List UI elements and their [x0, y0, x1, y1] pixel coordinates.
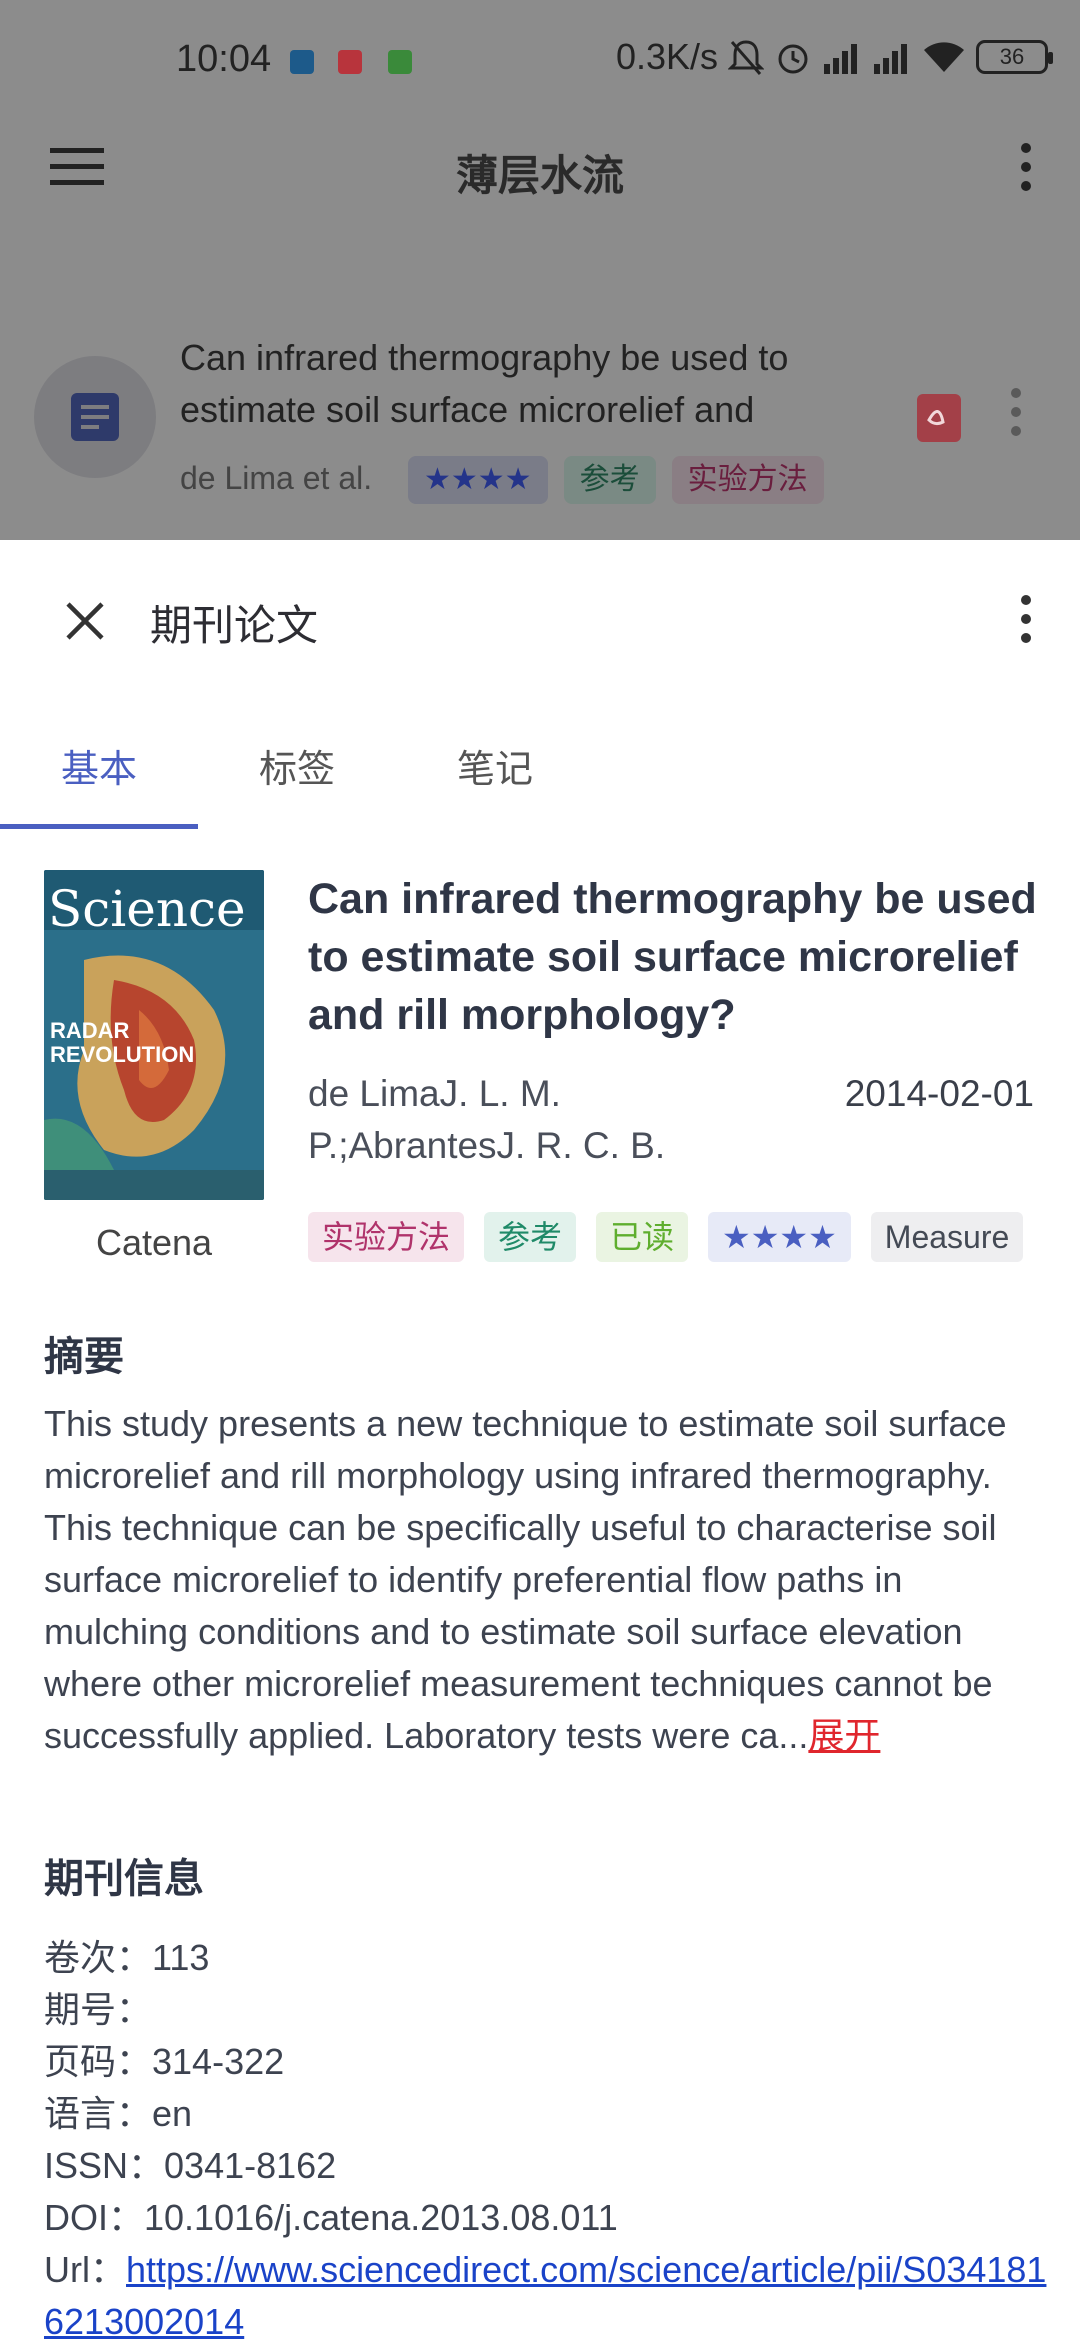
vpn-shield-icon — [388, 50, 412, 74]
signal-hd-icon — [874, 44, 907, 74]
doi-value: 10.1016/j.catena.2013.08.011 — [144, 2197, 618, 2238]
tag-chip[interactable]: 实验方法 — [308, 1212, 465, 1262]
paper-authors: de LimaJ. L. M. P.;AbrantesJ. R. C. B. — [308, 1073, 666, 1166]
journal-info: 卷次：113 期号： 页码：314-322 语言：en ISSN：0341-81… — [44, 1932, 1054, 2340]
tag-chip: 参考 — [563, 456, 656, 504]
volume-label: 卷次： — [44, 1937, 153, 1978]
sheet-header: 期刊论文 — [0, 540, 1080, 690]
cover-masthead: Science — [48, 880, 246, 938]
more-options-icon[interactable] — [1016, 142, 1036, 192]
cover-headline: RADAR — [50, 1018, 130, 1043]
language-label: 语言： — [44, 2093, 153, 2134]
doi-row: DOI：10.1016/j.catena.2013.08.011 — [44, 2192, 1054, 2244]
tag-chip[interactable]: 已读 — [596, 1212, 689, 1262]
pages-label: 页码： — [44, 2041, 153, 2082]
tag-chip[interactable]: 参考 — [484, 1212, 577, 1262]
document-avatar-icon — [34, 356, 156, 478]
list-item-title: Can infrared thermography be used to est… — [180, 337, 789, 430]
abstract-text: This study presents a new technique to e… — [44, 1398, 1044, 1762]
issue-row: 期号： — [44, 1984, 1054, 2036]
cover-headline: REVOLUTION — [50, 1042, 194, 1067]
signal-hd-icon — [824, 44, 857, 74]
status-indicators: 0.3K/s 36 — [615, 36, 1053, 78]
tag-chip: ★★★★ — [408, 456, 548, 504]
notification-app-icon — [290, 50, 314, 74]
url-row: Url：https://www.sciencedirect.com/scienc… — [44, 2244, 1054, 2340]
issue-label: 期号： — [44, 1989, 153, 2030]
status-bar: 10:04 0.3K/s 36 — [0, 0, 1080, 120]
journal-cover-image[interactable]: Science RADAR REVOLUTION — [44, 870, 264, 1200]
battery-icon: 36 — [976, 40, 1053, 74]
tag-list: 实验方法 参考 已读 ★★★★ Measure — [308, 1212, 1060, 1266]
background-app: 10:04 0.3K/s 36 薄层水流 Can infrared thermo… — [0, 0, 1080, 540]
pages-value: 314-322 — [152, 2041, 285, 2082]
tab-tags[interactable]: 标签 — [198, 720, 396, 820]
pdf-file-icon[interactable] — [915, 392, 963, 444]
list-item-tags: ★★★★ 参考 实验方法 — [408, 456, 824, 504]
wifi-icon — [924, 42, 964, 72]
publication-date: 2014-02-01 — [844, 1073, 1034, 1114]
paper-detail-sheet: 期刊论文 基本 标签 笔记 Science RADAR REVOLUTION C… — [0, 540, 1080, 2340]
tab-notes[interactable]: 笔记 — [396, 720, 594, 820]
issn-row: ISSN：0341-8162 — [44, 2140, 1054, 2192]
paper-title: Can infrared thermography be used to est… — [308, 875, 1037, 1039]
battery-level: 36 — [999, 44, 1025, 69]
list-item-more-icon[interactable] — [1006, 386, 1026, 438]
rating-chip[interactable]: ★★★★ — [708, 1212, 851, 1262]
journal-info-heading: 期刊信息 — [44, 1857, 204, 1901]
status-time: 10:04 — [176, 38, 272, 80]
more-options-icon[interactable] — [1016, 594, 1036, 644]
abstract-body: This study presents a new technique to e… — [44, 1403, 1007, 1756]
app-title: 薄层水流 — [455, 152, 624, 199]
app-bar: 薄层水流 — [0, 120, 1080, 220]
notification-app-icon — [338, 50, 362, 74]
tab-basic[interactable]: 基本 — [0, 720, 198, 820]
volume-value: 113 — [152, 1937, 210, 1978]
journal-name: Catena — [95, 1222, 213, 1263]
tag-chip[interactable]: Measure — [870, 1212, 1024, 1262]
alarm-icon — [778, 44, 808, 74]
doi-label: DOI： — [44, 2197, 145, 2238]
volume-row: 卷次：113 — [44, 1932, 1054, 1984]
issn-value: 0341-8162 — [164, 2145, 337, 2186]
sheet-title: 期刊论文 — [150, 602, 319, 649]
language-row: 语言：en — [44, 2088, 1054, 2140]
network-speed: 0.3K/s — [615, 36, 718, 77]
tab-indicator — [0, 824, 198, 829]
tab-bar: 基本 标签 笔记 — [0, 720, 1080, 840]
article-url-link[interactable]: https://www.sciencedirect.com/science/ar… — [44, 2249, 1046, 2340]
language-value: en — [152, 2093, 193, 2134]
issn-label: ISSN： — [44, 2145, 165, 2186]
pages-row: 页码：314-322 — [44, 2036, 1054, 2088]
list-item[interactable]: Can infrared thermography be used to est… — [0, 320, 1080, 540]
bell-muted-icon — [728, 40, 764, 75]
abstract-heading: 摘要 — [44, 1335, 124, 1379]
expand-link[interactable]: 展开 — [808, 1715, 880, 1756]
close-icon — [66, 602, 104, 640]
url-label: Url： — [44, 2249, 126, 2290]
close-button[interactable] — [54, 590, 116, 652]
tag-chip: 实验方法 — [671, 456, 824, 504]
list-item-authors: de Lima et al. — [180, 460, 373, 496]
